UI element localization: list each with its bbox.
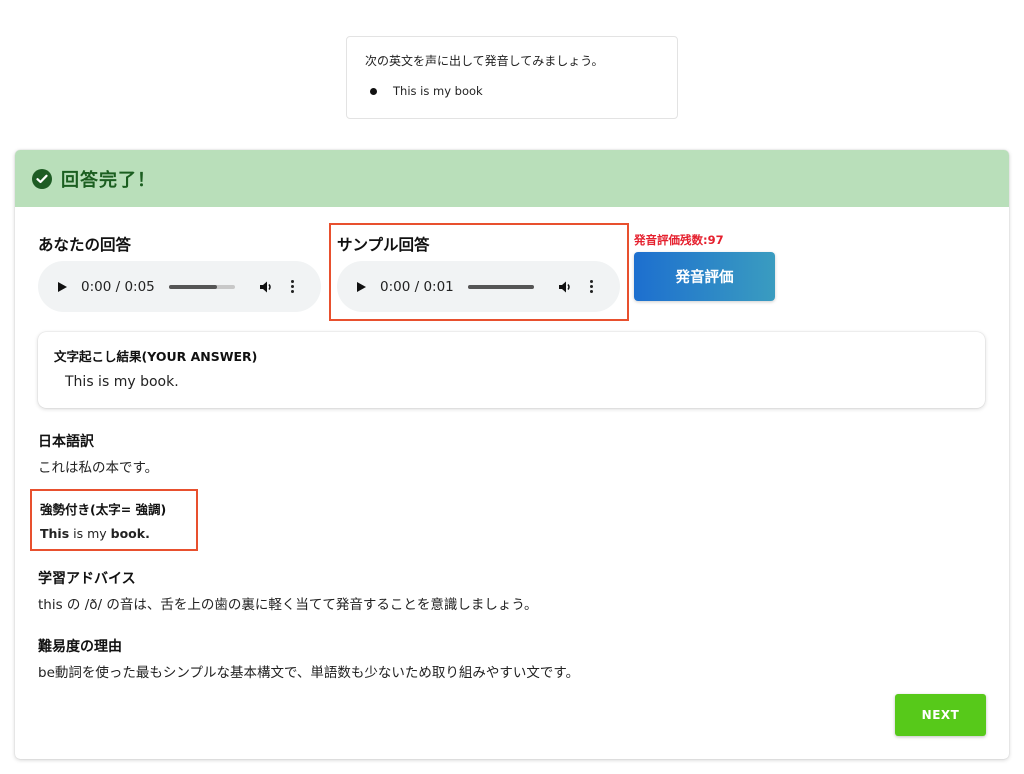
transcript-card: 文字起こし結果(YOUR ANSWER) This is my book.: [38, 332, 985, 408]
emphasis-word: book.: [110, 526, 150, 541]
advice-section: 学習アドバイス this の /ð/ の音は、舌を上の歯の裏に軽く当てて発音する…: [38, 568, 538, 613]
your-answer-heading: あなたの回答: [38, 236, 132, 254]
play-icon[interactable]: [357, 281, 366, 292]
sample-answer-audio-player: 0:00 / 0:01: [337, 261, 620, 312]
translation-title: 日本語訳: [38, 434, 94, 450]
audio-progress: [169, 284, 217, 289]
audio-time: 0:00 / 0:01: [380, 278, 454, 295]
translation-section: 日本語訳 これは私の本です。: [38, 431, 158, 476]
question-card: 次の英文を声に出して発音してみましょう。 This is my book: [346, 36, 678, 119]
advice-text: this の /ð/ の音は、舌を上の歯の裏に軽く当てて発音することを意識しまし…: [38, 597, 538, 613]
audio-time: 0:00 / 0:05: [81, 278, 155, 295]
question-instruction: 次の英文を声に出して発音してみましょう。: [365, 54, 604, 68]
sample-answer-heading: サンプル回答: [337, 236, 430, 254]
volume-icon[interactable]: [558, 280, 572, 294]
difficulty-section: 難易度の理由 be動詞を使った最もシンプルな基本構文で、単語数も少ないため取り組…: [38, 636, 579, 681]
advice-title: 学習アドバイス: [38, 571, 136, 587]
evaluation-area: 発音評価残数:97 発音評価: [634, 232, 775, 301]
volume-icon[interactable]: [259, 280, 273, 294]
play-icon[interactable]: [58, 281, 67, 292]
sample-answer-section: サンプル回答 0:00 / 0:01: [329, 223, 629, 321]
pronunciation-evaluate-button[interactable]: 発音評価: [634, 252, 775, 301]
result-header: 回答完了！: [15, 150, 1009, 207]
translation-text: これは私の本です。: [38, 460, 159, 476]
difficulty-title: 難易度の理由: [38, 639, 122, 655]
your-answer-section: あなたの回答 0:00 / 0:05: [38, 233, 321, 312]
evaluation-remaining-count: 発音評価残数:97: [634, 233, 724, 247]
emphasis-section: 強勢付き(太字= 強調) This is my book.: [30, 489, 198, 551]
audio-seek-bar[interactable]: [468, 284, 534, 289]
transcript-label: 文字起こし結果(YOUR ANSWER): [54, 349, 258, 364]
emphasis-text: This is my book.: [40, 526, 188, 541]
your-answer-audio-player: 0:00 / 0:05: [38, 261, 321, 312]
emphasis-plain: is my: [69, 526, 111, 541]
transcript-text: This is my book.: [65, 374, 179, 390]
result-title: 回答完了！: [61, 169, 156, 191]
emphasis-title: 強勢付き(太字= 強調): [40, 502, 167, 517]
question-sentence: This is my book: [393, 84, 483, 98]
check-circle-icon: [32, 168, 52, 189]
audio-progress: [468, 284, 534, 289]
difficulty-text: be動詞を使った最もシンプルな基本構文で、単語数も少ないため取り組みやすい文です…: [38, 665, 580, 681]
question-item: This is my book: [365, 84, 659, 98]
bullet-icon: [370, 87, 377, 95]
more-options-icon[interactable]: [590, 280, 593, 293]
more-options-icon[interactable]: [291, 280, 294, 293]
audio-seek-bar[interactable]: [169, 284, 235, 289]
next-button[interactable]: NEXT: [895, 694, 986, 736]
result-panel: 回答完了！ あなたの回答 0:00 / 0:05 サンプル回答 0:00 / 0…: [15, 150, 1009, 759]
emphasis-word: This: [40, 526, 70, 541]
